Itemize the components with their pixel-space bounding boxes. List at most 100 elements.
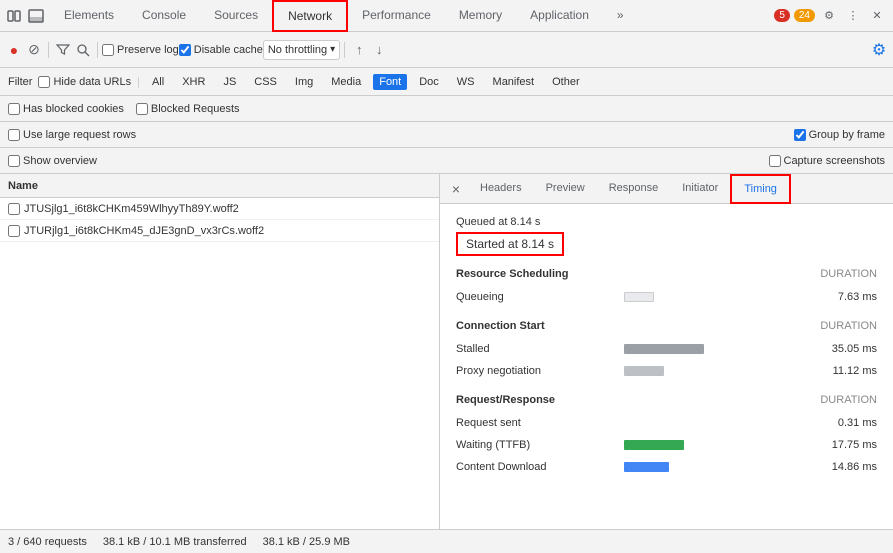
connection-start-header: Connection Start DURATION xyxy=(456,320,877,334)
preserve-log-label: Preserve log xyxy=(117,44,179,56)
close-devtools-icon[interactable]: ✕ xyxy=(869,8,885,24)
group-by-frame-label[interactable]: Group by frame xyxy=(794,129,885,141)
request-row-2[interactable]: JTURjlg1_i6t8kCHKm45_dJE3gnD_vx3rCs.woff… xyxy=(0,220,439,242)
queueing-row: Queueing 7.63 ms xyxy=(456,286,877,308)
disable-cache-checkbox-label[interactable]: Disable cache xyxy=(179,44,263,56)
export-har-icon[interactable]: ↓ xyxy=(371,42,387,58)
tab-console[interactable]: Console xyxy=(128,0,200,32)
filter-icon[interactable] xyxy=(55,42,71,58)
sub-tab-preview[interactable]: Preview xyxy=(534,174,597,204)
large-rows-checkbox[interactable] xyxy=(8,129,20,141)
filter-other-btn[interactable]: Other xyxy=(546,74,586,90)
queueing-bar xyxy=(624,292,654,302)
filter-js-btn[interactable]: JS xyxy=(217,74,242,90)
filter-manifest-btn[interactable]: Manifest xyxy=(487,74,541,90)
show-overview-checkbox[interactable] xyxy=(8,155,20,167)
settings-icon[interactable]: ⚙ xyxy=(821,8,837,24)
sub-tab-timing[interactable]: Timing xyxy=(730,174,791,204)
filter-xhr-btn[interactable]: XHR xyxy=(176,74,211,90)
tab-memory[interactable]: Memory xyxy=(445,0,516,32)
request-name-1: JTUSjlg1_i6t8kCHKm459WlhyyTh89Y.woff2 xyxy=(24,203,239,215)
status-bar: 3 / 640 requests 38.1 kB / 10.1 MB trans… xyxy=(0,529,893,553)
filter-sep-1: | xyxy=(137,76,140,88)
filter-all-btn[interactable]: All xyxy=(146,74,170,90)
group-by-frame-checkbox[interactable] xyxy=(794,129,806,141)
filter-font-btn[interactable]: Font xyxy=(373,74,407,90)
devtools-open-icon[interactable] xyxy=(6,8,22,24)
ttfb-value: 17.75 ms xyxy=(797,439,877,451)
request-sent-value: 0.31 ms xyxy=(797,417,877,429)
stalled-bar-container xyxy=(624,344,789,354)
request-row-1-checkbox[interactable] xyxy=(8,203,20,215)
stalled-label: Stalled xyxy=(456,343,616,355)
capture-screenshots-label[interactable]: Capture screenshots xyxy=(769,155,886,167)
content-download-value: 14.86 ms xyxy=(797,461,877,473)
devtools-dock-icon[interactable] xyxy=(28,8,44,24)
ttfb-bar-container xyxy=(624,440,789,450)
timing-content: Queued at 8.14 s Started at 8.14 s Resou… xyxy=(440,204,893,529)
import-har-icon[interactable]: ↑ xyxy=(351,42,367,58)
main-content: Name JTUSjlg1_i6t8kCHKm459WlhyyTh89Y.wof… xyxy=(0,174,893,529)
filter-img-btn[interactable]: Img xyxy=(289,74,319,90)
preserve-log-checkbox[interactable] xyxy=(102,44,114,56)
options-row-1: Has blocked cookies Blocked Requests xyxy=(0,96,893,122)
disable-cache-label: Disable cache xyxy=(194,44,263,56)
resources-size: 38.1 kB / 25.9 MB xyxy=(263,536,350,548)
search-icon[interactable] xyxy=(75,42,91,58)
tab-application[interactable]: Application xyxy=(516,0,603,32)
network-settings-icon[interactable]: ⚙ xyxy=(871,42,887,58)
content-download-bar-container xyxy=(624,462,789,472)
tab-more[interactable]: » xyxy=(603,0,638,32)
disable-cache-checkbox[interactable] xyxy=(179,44,191,56)
resource-scheduling-section: Resource Scheduling DURATION Queueing 7.… xyxy=(456,268,877,308)
blocked-requests-label[interactable]: Blocked Requests xyxy=(136,103,240,115)
request-row-1[interactable]: JTUSjlg1_i6t8kCHKm459WlhyyTh89Y.woff2 xyxy=(0,198,439,220)
sub-tab-response[interactable]: Response xyxy=(597,174,671,204)
tab-performance[interactable]: Performance xyxy=(348,0,445,32)
request-sent-row: Request sent 0.31 ms xyxy=(456,412,877,434)
timing-panel-container: × Headers Preview Response Initiator Tim… xyxy=(440,174,893,529)
close-panel-icon[interactable]: × xyxy=(444,174,468,204)
sub-tab-headers[interactable]: Headers xyxy=(468,174,534,204)
request-sent-bar-container xyxy=(624,418,789,428)
request-row-2-checkbox[interactable] xyxy=(8,225,20,237)
request-response-section: Request/Response DURATION Request sent 0… xyxy=(456,394,877,478)
record-icon[interactable]: ● xyxy=(6,42,22,58)
filter-ws-btn[interactable]: WS xyxy=(451,74,481,90)
blocked-cookies-checkbox[interactable] xyxy=(8,103,20,115)
resource-scheduling-title: Resource Scheduling xyxy=(456,268,568,280)
blocked-requests-text: Blocked Requests xyxy=(151,103,240,115)
request-list-panel: Name JTUSjlg1_i6t8kCHKm459WlhyyTh89Y.wof… xyxy=(0,174,440,529)
hide-data-urls-checkbox[interactable] xyxy=(38,76,50,88)
started-text: Started at 8.14 s xyxy=(456,232,564,256)
sub-tab-bar: × Headers Preview Response Initiator Tim… xyxy=(440,174,893,204)
stalled-row: Stalled 35.05 ms xyxy=(456,338,877,360)
proxy-bar xyxy=(624,366,664,376)
tab-network[interactable]: Network xyxy=(272,0,348,32)
throttling-dropdown[interactable]: No throttling ▾ xyxy=(263,40,340,60)
ttfb-label: Waiting (TTFB) xyxy=(456,439,616,451)
filter-css-btn[interactable]: CSS xyxy=(248,74,283,90)
request-response-duration-label: DURATION xyxy=(820,394,877,406)
blocked-requests-checkbox[interactable] xyxy=(136,103,148,115)
preserve-log-checkbox-label[interactable]: Preserve log xyxy=(102,44,179,56)
large-rows-label[interactable]: Use large request rows xyxy=(8,129,136,141)
filter-doc-btn[interactable]: Doc xyxy=(413,74,445,90)
queueing-bar-container xyxy=(624,292,789,302)
capture-screenshots-text: Capture screenshots xyxy=(784,155,886,167)
ttfb-bar xyxy=(624,440,684,450)
sub-tab-initiator[interactable]: Initiator xyxy=(670,174,730,204)
tab-sources[interactable]: Sources xyxy=(200,0,272,32)
capture-screenshots-checkbox[interactable] xyxy=(769,155,781,167)
blocked-cookies-label[interactable]: Has blocked cookies xyxy=(8,103,124,115)
connection-start-duration-label: DURATION xyxy=(820,320,877,332)
filter-media-btn[interactable]: Media xyxy=(325,74,367,90)
proxy-label: Proxy negotiation xyxy=(456,365,616,377)
queueing-value: 7.63 ms xyxy=(797,291,877,303)
tab-elements[interactable]: Elements xyxy=(50,0,128,32)
more-options-icon[interactable]: ⋮ xyxy=(845,8,861,24)
clear-icon[interactable]: ⊘ xyxy=(26,42,42,58)
hide-data-urls-label[interactable]: Hide data URLs xyxy=(38,76,131,88)
show-overview-label[interactable]: Show overview xyxy=(8,155,97,167)
toolbar-sep-1 xyxy=(48,42,49,58)
